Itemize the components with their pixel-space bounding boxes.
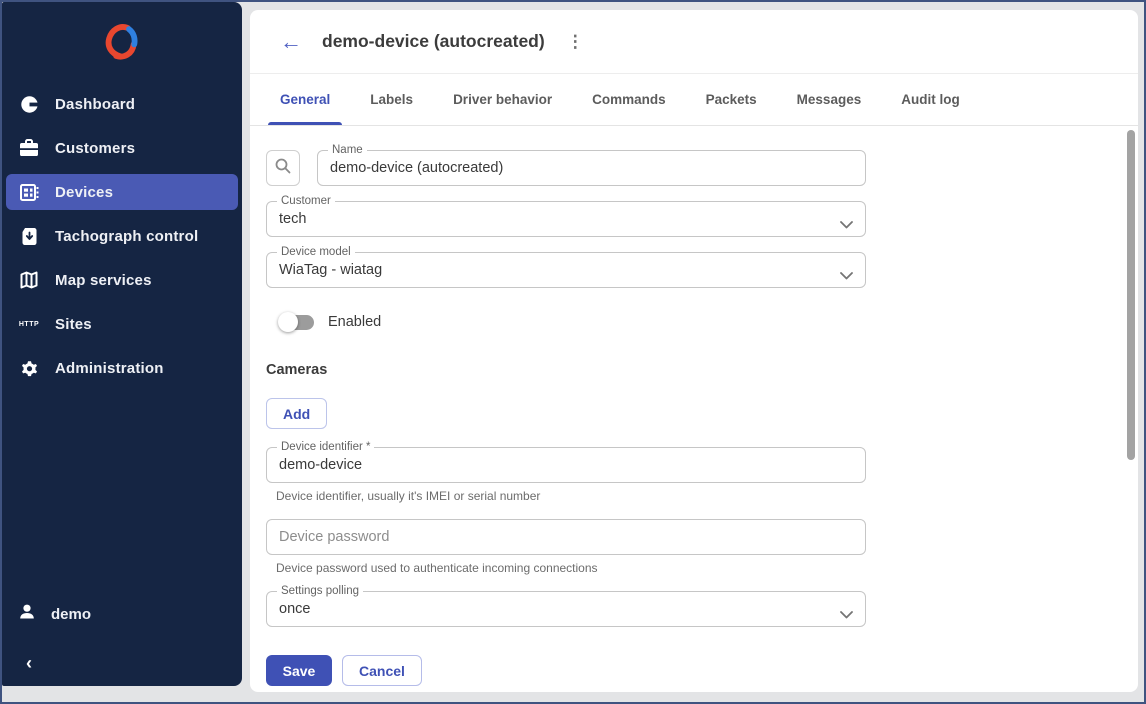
brand-logo-icon bbox=[101, 22, 143, 62]
enabled-toggle[interactable] bbox=[278, 313, 314, 331]
name-input[interactable] bbox=[330, 160, 853, 176]
settings-polling-value: once bbox=[279, 601, 853, 617]
sidebar: Dashboard Customers bbox=[2, 2, 242, 686]
sidebar-item-label: Dashboard bbox=[55, 96, 135, 113]
tab-bar: General Labels Driver behavior Commands … bbox=[250, 74, 1138, 126]
sidebar-item-label: Map services bbox=[55, 272, 152, 289]
device-identifier-helper: Device identifier, usually it's IMEI or … bbox=[266, 489, 866, 503]
name-field-label: Name bbox=[328, 144, 367, 157]
briefcase-icon bbox=[18, 139, 40, 157]
user-menu[interactable]: demo bbox=[2, 594, 242, 634]
collapse-sidebar-button[interactable]: ‹ bbox=[18, 653, 40, 674]
settings-polling-select[interactable]: Settings polling once bbox=[266, 591, 866, 627]
device-identifier-input[interactable] bbox=[279, 457, 853, 473]
tab-commands[interactable]: Commands bbox=[580, 74, 678, 125]
device-identifier-label: Device identifier * bbox=[277, 441, 374, 454]
sidebar-item-customers[interactable]: Customers bbox=[2, 126, 242, 170]
device-detail-card: ← demo-device (autocreated) ⋮ General La… bbox=[250, 10, 1138, 692]
device-model-select-label: Device model bbox=[277, 246, 355, 259]
chevron-down-icon bbox=[840, 216, 853, 234]
chevron-down-icon bbox=[840, 606, 853, 624]
device-model-select-value: WiaTag - wiatag bbox=[279, 262, 853, 278]
page-title: demo-device (autocreated) bbox=[322, 31, 545, 52]
http-icon: HTTP bbox=[18, 321, 40, 328]
sidebar-item-label: Administration bbox=[55, 360, 164, 377]
sidebar-item-tachograph-control[interactable]: Tachograph control bbox=[2, 214, 242, 258]
tab-messages[interactable]: Messages bbox=[785, 74, 874, 125]
tab-driver-behavior[interactable]: Driver behavior bbox=[441, 74, 564, 125]
sidebar-nav: Dashboard Customers bbox=[2, 82, 242, 390]
card-download-icon bbox=[18, 227, 40, 246]
general-form: Name Customer tech Device model WiaTag -… bbox=[250, 126, 890, 686]
sidebar-item-map-services[interactable]: Map services bbox=[2, 258, 242, 302]
pie-chart-icon bbox=[18, 95, 40, 114]
device-password-helper: Device password used to authenticate inc… bbox=[266, 561, 866, 575]
vertical-scrollbar[interactable] bbox=[1127, 130, 1135, 460]
tab-labels[interactable]: Labels bbox=[358, 74, 425, 125]
sidebar-item-sites[interactable]: HTTP Sites bbox=[2, 302, 242, 346]
tab-audit-log[interactable]: Audit log bbox=[889, 74, 971, 125]
sidebar-item-label: Devices bbox=[55, 184, 113, 201]
device-grid-icon bbox=[18, 184, 40, 201]
sidebar-item-devices[interactable]: Devices bbox=[6, 174, 238, 210]
gear-icon bbox=[18, 359, 40, 378]
add-camera-button[interactable]: Add bbox=[266, 398, 327, 429]
device-model-select[interactable]: Device model WiaTag - wiatag bbox=[266, 252, 866, 288]
customer-select[interactable]: Customer tech bbox=[266, 201, 866, 237]
more-options-button[interactable]: ⋮ bbox=[567, 32, 584, 52]
cancel-button[interactable]: Cancel bbox=[342, 655, 422, 686]
tab-packets[interactable]: Packets bbox=[694, 74, 769, 125]
sidebar-item-label: Sites bbox=[55, 316, 92, 333]
save-button[interactable]: Save bbox=[266, 655, 332, 686]
chevron-down-icon bbox=[840, 267, 853, 285]
cameras-heading: Cameras bbox=[266, 362, 890, 378]
device-password-field bbox=[266, 519, 866, 555]
sidebar-item-label: Customers bbox=[55, 140, 135, 157]
sidebar-item-label: Tachograph control bbox=[55, 228, 198, 245]
customer-select-value: tech bbox=[279, 211, 853, 227]
card-header: ← demo-device (autocreated) ⋮ bbox=[250, 10, 1138, 74]
enabled-toggle-label: Enabled bbox=[328, 314, 381, 330]
tab-general[interactable]: General bbox=[268, 74, 342, 125]
device-identifier-field: Device identifier * bbox=[266, 447, 866, 483]
search-device-button[interactable] bbox=[266, 150, 300, 186]
back-button[interactable]: ← bbox=[280, 31, 302, 53]
sidebar-item-dashboard[interactable]: Dashboard bbox=[2, 82, 242, 126]
search-icon bbox=[274, 157, 292, 180]
sidebar-item-administration[interactable]: Administration bbox=[2, 346, 242, 390]
device-password-input[interactable] bbox=[279, 529, 853, 545]
settings-polling-label: Settings polling bbox=[277, 585, 363, 598]
chevron-left-icon: ‹ bbox=[26, 653, 32, 673]
person-icon bbox=[18, 603, 36, 625]
name-field: Name bbox=[317, 150, 866, 186]
username: demo bbox=[51, 606, 91, 623]
customer-select-label: Customer bbox=[277, 195, 335, 208]
brand-logo bbox=[2, 2, 242, 74]
map-icon bbox=[18, 271, 40, 289]
toggle-thumb bbox=[278, 312, 298, 332]
